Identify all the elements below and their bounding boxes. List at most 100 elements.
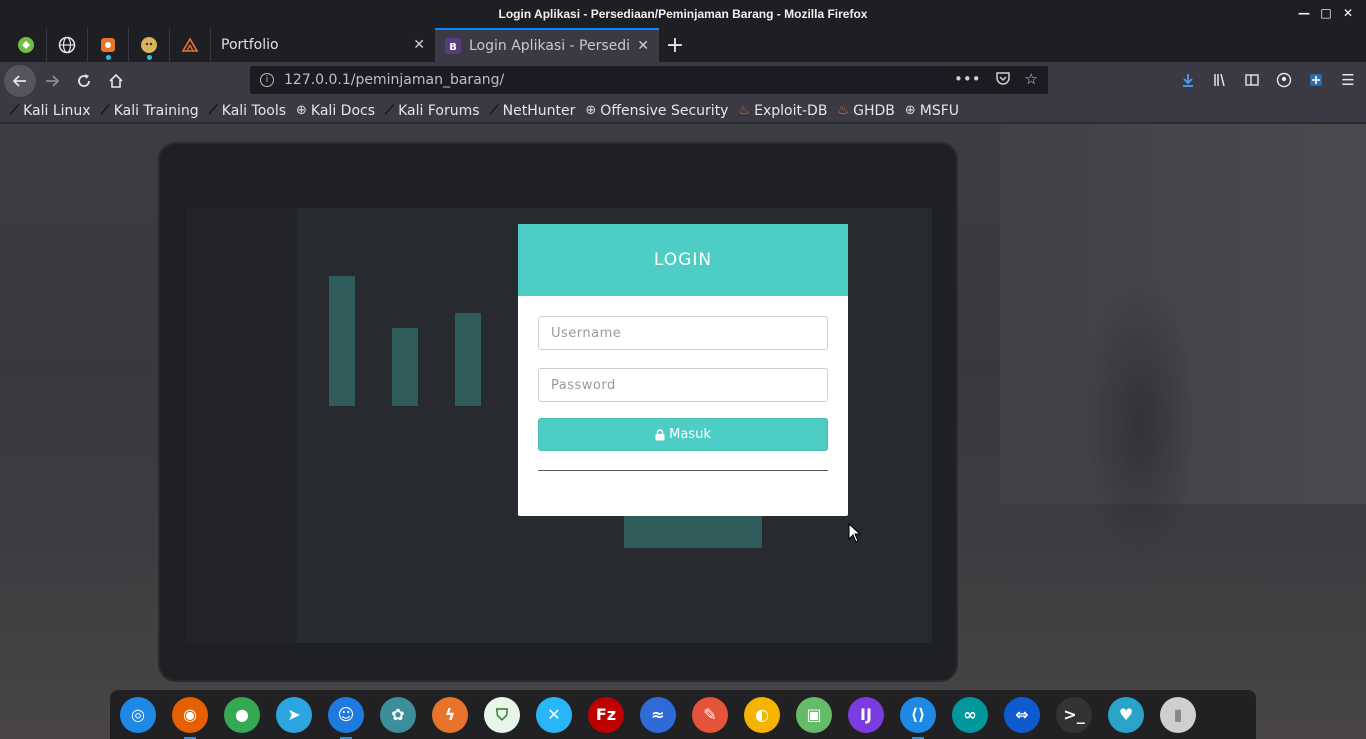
- bookmark-label: Exploit-DB: [754, 102, 828, 119]
- downloads-icon[interactable]: [1176, 66, 1200, 94]
- colorwheel-icon: ◐: [744, 696, 780, 733]
- tab-close-icon[interactable]: ✕: [413, 37, 425, 53]
- url-text[interactable]: 127.0.0.1/peminjaman_barang/: [284, 72, 954, 88]
- bookmark-label: Kali Docs: [310, 102, 376, 119]
- safari-dock-item[interactable]: ◎: [116, 693, 160, 737]
- back-button[interactable]: [4, 64, 36, 97]
- tab-login-aplikasi[interactable]: B Login Aplikasi - Persediaan ✕: [435, 28, 659, 62]
- page-actions-icon[interactable]: •••: [954, 70, 981, 90]
- burp-dock-item[interactable]: ϟ: [428, 693, 472, 737]
- filezilla-dock-item[interactable]: Fz: [584, 693, 628, 737]
- vscode-dock-item[interactable]: ⟨⟩: [896, 693, 940, 739]
- chrome-dock-item[interactable]: ●: [220, 693, 264, 737]
- remote-dock-item[interactable]: ✕: [532, 693, 576, 737]
- bookmark-item[interactable]: ⟋ NetHunter: [490, 103, 576, 119]
- arduino-icon: ∞: [952, 696, 988, 733]
- monitor-dock-item[interactable]: ♥: [1104, 693, 1148, 737]
- box-dock-item[interactable]: ▣: [792, 693, 836, 737]
- menu-hamburger-icon[interactable]: ☰: [1336, 66, 1360, 94]
- extension-icon[interactable]: [1304, 66, 1328, 94]
- trash-dock-item[interactable]: ▮: [1156, 693, 1200, 737]
- anime-dock-item[interactable]: ✿: [376, 693, 420, 737]
- tab-portfolio[interactable]: Portfolio ✕: [211, 28, 435, 62]
- password-input[interactable]: [538, 368, 828, 402]
- dragon-pin-icon[interactable]: [170, 28, 211, 62]
- form-divider: [538, 470, 828, 471]
- bookmark-item[interactable]: ⟋ Kali Forums: [385, 103, 480, 119]
- tab-label: Portfolio: [221, 37, 279, 53]
- intellij-dock-item[interactable]: IJ: [844, 693, 888, 737]
- firefox-dock-item[interactable]: ◉: [168, 693, 212, 739]
- login-submit-label: Masuk: [669, 427, 711, 442]
- bookmark-item[interactable]: ♨ Exploit-DB: [738, 103, 827, 119]
- dragon-icon: ⟋: [208, 103, 218, 118]
- dragon-icon: ⟋: [10, 103, 20, 118]
- kali-icon: ≈: [640, 696, 676, 733]
- bookmark-item[interactable]: ⟋ Kali Tools: [209, 103, 286, 119]
- finder-icon: ☺: [328, 696, 364, 733]
- burp-pin-icon[interactable]: [88, 28, 129, 62]
- library-icon[interactable]: [1208, 66, 1232, 94]
- bookmark-label: MSFU: [919, 102, 960, 119]
- bookmark-item[interactable]: ⊕ Offensive Security: [585, 103, 728, 119]
- site-info-icon[interactable]: i: [260, 73, 274, 87]
- url-bar[interactable]: i 127.0.0.1/peminjaman_barang/ ••• ☆: [250, 66, 1048, 94]
- login-form: Masuk: [518, 296, 848, 471]
- shield-dock-item[interactable]: ⛉: [480, 693, 524, 737]
- globe-pin-icon[interactable]: [47, 28, 88, 62]
- tab-close-icon[interactable]: ✕: [637, 38, 649, 54]
- flame-icon: ♨: [738, 103, 751, 118]
- anime-icon: ✿: [380, 696, 416, 733]
- close-icon[interactable]: ✕: [1340, 4, 1356, 22]
- bookmark-item[interactable]: ⟋ Kali Linux: [10, 103, 91, 119]
- tab-label: Login Aplikasi - Persediaan: [469, 38, 630, 54]
- maximize-icon[interactable]: □: [1318, 4, 1334, 22]
- page-content: LOGIN Masuk: [0, 124, 1366, 739]
- bookmark-item[interactable]: ⟋ Kali Training: [101, 103, 199, 119]
- navigation-toolbar: i 127.0.0.1/peminjaman_barang/ ••• ☆ ☰: [0, 62, 1366, 99]
- forward-button[interactable]: [36, 65, 68, 97]
- login-submit-button[interactable]: Masuk: [538, 418, 828, 451]
- burp-icon: ϟ: [432, 696, 468, 733]
- kali-pin-icon[interactable]: [6, 28, 47, 62]
- terminal-dock-item[interactable]: >_: [1052, 693, 1096, 737]
- bookmark-item[interactable]: ⊕ MSFU: [905, 103, 959, 119]
- colorwheel-dock-item[interactable]: ◐: [740, 693, 784, 737]
- teamviewer-dock-item[interactable]: ⇔: [1000, 693, 1044, 737]
- reload-button[interactable]: [68, 65, 100, 97]
- bookmark-star-icon[interactable]: ☆: [1025, 70, 1038, 90]
- telegram-icon: ➤: [276, 696, 312, 733]
- arduino-dock-item[interactable]: ∞: [948, 693, 992, 737]
- globe-icon: ⊕: [585, 103, 597, 118]
- bookmark-item[interactable]: ⊕ Kali Docs: [296, 103, 375, 119]
- back-arrow-icon: [12, 74, 26, 87]
- home-button[interactable]: [100, 65, 132, 97]
- avatar-pin-icon[interactable]: [129, 28, 170, 62]
- intellij-icon: IJ: [848, 696, 884, 733]
- safari-icon: ◎: [120, 696, 156, 733]
- new-tab-button[interactable]: +: [659, 28, 691, 62]
- window-controls: — □ ✕: [1296, 4, 1356, 22]
- trash-icon: ▮: [1160, 696, 1196, 733]
- bookmark-label: Offensive Security: [600, 102, 729, 119]
- url-actions: ••• ☆: [954, 70, 1038, 90]
- bootstrap-favicon-icon: B: [445, 38, 461, 54]
- username-input[interactable]: [538, 316, 828, 350]
- kali-dock-item[interactable]: ≈: [636, 693, 680, 737]
- globe-icon: ⊕: [296, 103, 307, 118]
- shield-icon: ⛉: [484, 696, 520, 733]
- finder-dock-item[interactable]: ☺: [324, 693, 368, 739]
- telegram-dock-item[interactable]: ➤: [272, 693, 316, 737]
- toolbar-right: ☰: [1176, 66, 1360, 94]
- mouse-cursor-icon: [848, 523, 862, 543]
- pencil-dock-item[interactable]: ✎: [688, 693, 732, 737]
- pin-active-dot: [106, 55, 111, 60]
- sidebar-icon[interactable]: [1240, 66, 1264, 94]
- vscode-icon: ⟨⟩: [900, 696, 936, 733]
- pocket-icon[interactable]: [995, 70, 1011, 90]
- account-icon[interactable]: [1272, 66, 1296, 94]
- monitor-icon: ♥: [1108, 696, 1144, 733]
- minimize-icon[interactable]: —: [1296, 4, 1312, 22]
- bookmark-label: Kali Linux: [23, 102, 91, 119]
- bookmark-item[interactable]: ♨ GHDB: [837, 103, 894, 119]
